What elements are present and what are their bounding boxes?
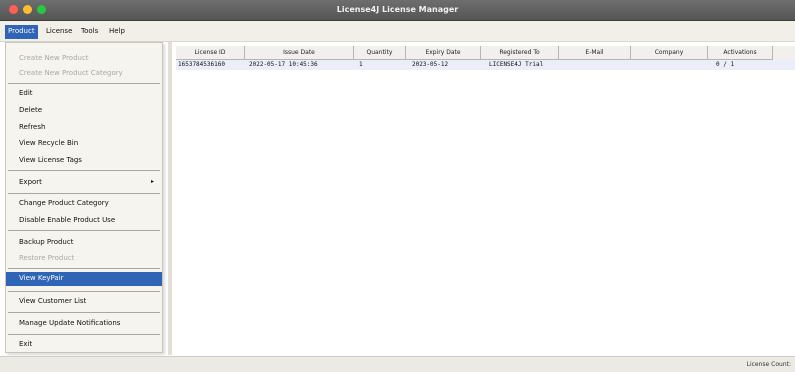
column-header-quantity[interactable]: Quantity (354, 46, 406, 60)
column-header-license-id[interactable]: License ID (176, 46, 245, 60)
menu-separator (8, 83, 160, 84)
menu-item-view-customer-list[interactable]: View Customer List (6, 295, 162, 309)
menu-item-create-new-product-category: Create New Product Category (19, 69, 123, 77)
menu-item-exit[interactable]: Exit (6, 338, 162, 352)
menu-license[interactable]: License (43, 25, 75, 39)
menu-item-view-license-tags[interactable]: View License Tags (6, 154, 162, 168)
menu-item-view-recycle-bin[interactable]: View Recycle Bin (6, 137, 162, 151)
menu-separator (8, 312, 160, 313)
menu-separator (8, 334, 160, 335)
column-header-email[interactable]: E-Mail (559, 46, 631, 60)
submenu-arrow-icon: ▸ (150, 178, 154, 185)
menu-item-refresh[interactable]: Refresh (6, 121, 162, 135)
column-header-activations[interactable]: Activations (708, 46, 773, 60)
column-header-expiry-date[interactable]: Expiry Date (406, 46, 481, 60)
title-bar: License4J License Manager (0, 0, 795, 21)
cell-activations: 0 / 1 (716, 61, 735, 68)
license-count-label: License Count: (746, 361, 791, 368)
menu-help[interactable]: Help (106, 25, 128, 39)
table-header: License ID Issue Date Quantity Expiry Da… (176, 46, 795, 60)
menu-item-change-product-category[interactable]: Change Product Category (6, 197, 162, 211)
menu-separator (8, 193, 160, 194)
cell-issue-date: 2022-05-17 10:45:36 (249, 61, 318, 68)
cell-license-id: 1653784536160 (178, 61, 225, 68)
product-menu-dropdown: Create New Product Create New Product Ca… (5, 42, 163, 353)
menu-item-manage-update-notifications[interactable]: Manage Update Notifications (6, 317, 162, 331)
menu-item-restore-product: Restore Product (19, 254, 75, 262)
menu-separator (8, 291, 160, 292)
status-bar: License Count: (0, 356, 795, 372)
menu-separator (8, 170, 160, 171)
table-row[interactable]: 1653784536160 2022-05-17 10:45:36 1 2023… (176, 60, 795, 70)
cell-registered-to: LICENSE4J Trial (489, 61, 544, 68)
menu-item-export-label: Export (19, 178, 42, 186)
column-header-registered-to[interactable]: Registered To (481, 46, 559, 60)
menu-item-export[interactable]: Export ▸ (6, 176, 162, 190)
cell-quantity: 1 (359, 61, 363, 68)
window-title: License4J License Manager (336, 5, 459, 14)
menu-separator (8, 230, 160, 231)
cell-expiry-date: 2023-05-12 (412, 61, 449, 68)
menu-tools[interactable]: Tools (78, 25, 101, 39)
menu-item-delete[interactable]: Delete (6, 104, 162, 118)
menu-separator (8, 268, 160, 269)
menu-item-create-new-product: Create New Product (19, 54, 89, 62)
menu-item-disable-enable-product-use[interactable]: Disable Enable Product Use (6, 214, 162, 228)
menu-item-view-keypair[interactable]: View KeyPair (6, 272, 162, 286)
column-header-company[interactable]: Company (631, 46, 708, 60)
menu-item-backup-product[interactable]: Backup Product (6, 236, 162, 250)
menu-bar: Product License Tools Help (0, 21, 795, 42)
license-table-panel: License ID Issue Date Quantity Expiry Da… (168, 42, 795, 355)
menu-product[interactable]: Product (5, 25, 38, 39)
menu-item-edit[interactable]: Edit (6, 87, 162, 101)
column-header-issue-date[interactable]: Issue Date (245, 46, 354, 60)
